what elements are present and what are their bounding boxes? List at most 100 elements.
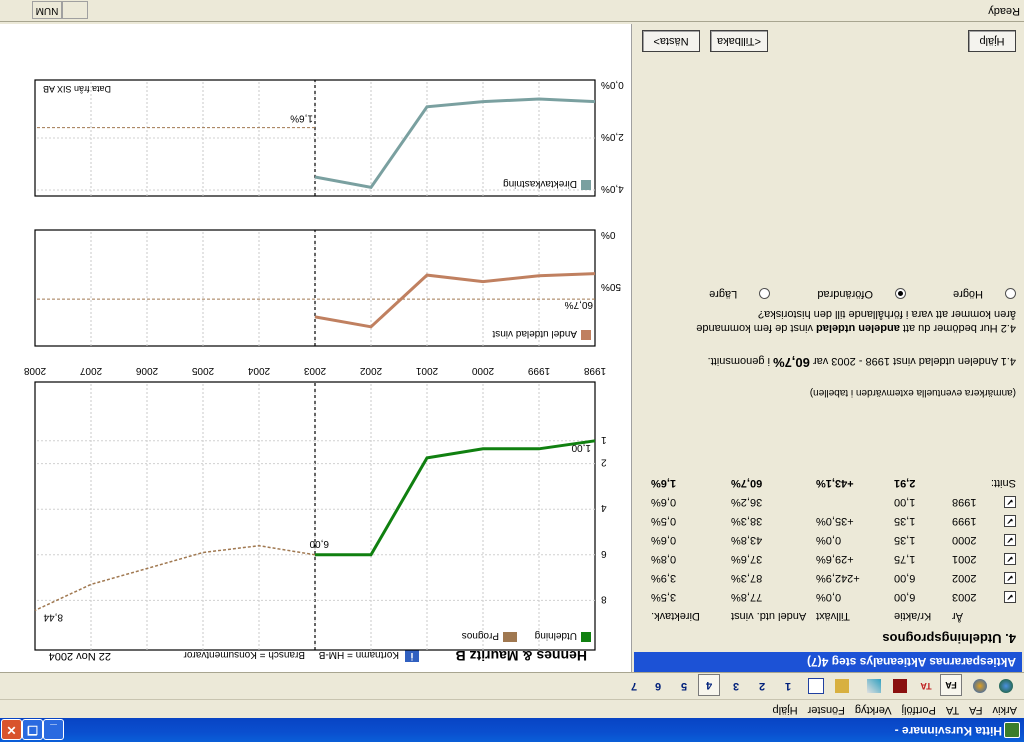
row-checkbox[interactable]: ✔ xyxy=(1004,534,1016,547)
menu-fa[interactable]: FA xyxy=(964,702,987,718)
window-title: Hitta Kursvinnare - xyxy=(894,724,1002,738)
step-3-button[interactable]: 3 xyxy=(726,676,746,696)
step-5-button[interactable]: 5 xyxy=(674,676,694,696)
x-tick-label: 2008 xyxy=(23,365,46,376)
radio-circle[interactable] xyxy=(1005,288,1016,300)
menu-portfolj[interactable]: Portfölj xyxy=(897,702,941,718)
x-tick-label: 2005 xyxy=(191,365,214,376)
menu-fonster[interactable]: Fönster xyxy=(803,702,850,718)
report-icon[interactable] xyxy=(806,676,826,696)
section-title: 4. Utdelningsprognos xyxy=(882,631,1016,646)
table-row: ✔ 2000 1,35 0,0% 43,8% 0,6% xyxy=(651,531,1016,550)
step-6-button[interactable]: 6 xyxy=(648,676,668,696)
briefcase-icon[interactable] xyxy=(890,676,910,696)
row-checkbox[interactable]: ✔ xyxy=(1004,553,1016,566)
legend-label: Utdelning xyxy=(535,630,577,641)
q41-value: 60,7% xyxy=(773,355,810,370)
back-button[interactable]: <Tillbaka xyxy=(710,30,768,52)
minimize-button[interactable]: _ xyxy=(43,719,64,740)
average-direkt: 1,6% xyxy=(651,477,677,490)
data-source: Data från SIX AB xyxy=(42,84,111,94)
row-checkbox[interactable]: ✔ xyxy=(1004,515,1016,528)
cell-growth: 0,0% xyxy=(816,591,842,604)
question-4-2: 4.2 Hur bedömer du att andelen utdelad v… xyxy=(696,322,1016,334)
row-checkbox[interactable]: ✔ xyxy=(1004,496,1016,509)
cell-growth: +35,0% xyxy=(816,515,854,528)
fa-icon[interactable]: FA xyxy=(940,674,962,696)
step-7-button[interactable]: 7 xyxy=(624,676,644,696)
y-tick-label: 6 xyxy=(601,548,607,559)
row-checkbox[interactable]: ✔ xyxy=(1004,572,1016,585)
ta-icon[interactable]: TA xyxy=(916,676,936,696)
point-label: 6,00 xyxy=(309,538,329,549)
cell-andel: 77,8% xyxy=(731,591,763,604)
average-kr: 2,91 xyxy=(894,477,916,490)
col-kr: Kr/aktie xyxy=(894,610,932,623)
menu-bar: ArkivFATAPortföljVerktygFönsterHjälp xyxy=(0,699,1024,718)
radio-group: Högre Oförändrad Lägre xyxy=(665,288,1016,300)
y-tick-label: 50% xyxy=(601,281,621,292)
cell-andel: 87,3% xyxy=(731,572,763,585)
window-title-bar: Hitta Kursvinnare - _ ❐ ✕ xyxy=(0,718,1024,742)
question-4-1: 4.1 Andelen utdelad vinst 1998 - 2003 va… xyxy=(708,355,1016,370)
x-tick-label: 2000 xyxy=(471,365,494,376)
radio-oforandrad[interactable]: Oförändrad xyxy=(795,288,906,300)
x-tick-label: 2006 xyxy=(135,365,158,376)
y-tick-label: 4,0% xyxy=(601,183,624,194)
radio-circle[interactable] xyxy=(759,288,771,300)
flipped-screen: Hitta Kursvinnare - _ ❐ ✕ ArkivFATAPortf… xyxy=(0,0,1024,742)
q42-bold: andelen utdelad xyxy=(816,322,900,334)
y-tick-label: 2 xyxy=(601,457,607,468)
toolbar: FA TA 1 2 3 4 5 6 7 xyxy=(0,672,1024,699)
maximize-button[interactable]: ❐ xyxy=(22,719,43,740)
radio-label: Oförändrad xyxy=(817,288,873,300)
radio-label: Lägre xyxy=(709,288,738,300)
tools-icon[interactable] xyxy=(864,676,884,696)
row-checkbox[interactable]: ✔ xyxy=(1004,591,1016,604)
folder-icon[interactable] xyxy=(832,676,852,696)
cell-kr: 6,00 xyxy=(894,572,916,585)
menu-ta[interactable]: TA xyxy=(941,702,964,718)
col-growth: Tillväxt xyxy=(816,610,850,623)
col-year: År xyxy=(952,610,963,623)
help-button[interactable]: Hjälp xyxy=(968,30,1016,52)
globe-search-icon[interactable] xyxy=(970,676,990,696)
globe-icon[interactable] xyxy=(996,676,1016,696)
app-icon xyxy=(1004,722,1020,738)
radio-lagre[interactable]: Lägre xyxy=(687,288,771,300)
y-tick-label: 2,0% xyxy=(601,131,624,142)
next-button[interactable]: Nästa> xyxy=(642,30,700,52)
step-2-button[interactable]: 2 xyxy=(752,676,772,696)
radio-circle[interactable] xyxy=(894,288,906,300)
step-4-button[interactable]: 4 xyxy=(698,674,720,696)
table-row: ✔ 2001 1,75 +29,6% 37,6% 0,8% xyxy=(651,550,1016,569)
cell-kr: 1,35 xyxy=(894,534,916,547)
cell-andel: 38,3% xyxy=(731,515,763,528)
table-note: (anmärkera eventuella extemvärden i tabe… xyxy=(809,387,1016,398)
table-row: ✔ 1998 1,00 36,2% 0,6% xyxy=(651,493,1016,512)
menu-verktyg[interactable]: Verktyg xyxy=(850,702,897,718)
step-1-button[interactable]: 1 xyxy=(778,676,798,696)
legend-swatch xyxy=(581,632,591,642)
cell-year: 1999 xyxy=(952,515,977,528)
y-tick-label: 8 xyxy=(601,593,607,604)
status-ready: Ready xyxy=(988,5,1020,17)
cell-direkt: 3,5% xyxy=(651,591,677,604)
legend-swatch xyxy=(581,330,591,340)
charts-svg: 1 2 4 6 8 1,00 6,00 8,44 Utdelning Prognos 1998 199… xyxy=(23,79,624,651)
cell-year: 2002 xyxy=(952,572,977,585)
close-button[interactable]: ✕ xyxy=(1,719,22,740)
cell-andel: 36,2% xyxy=(731,496,763,509)
cell-growth: +242,9% xyxy=(816,572,860,585)
menu-hjalp[interactable]: Hjälp xyxy=(768,702,803,718)
point-label: 8,44 xyxy=(43,611,63,622)
cell-kr: 6,00 xyxy=(894,591,916,604)
y-tick-label: 0,0% xyxy=(601,79,624,90)
average-label: 60,7% xyxy=(565,299,593,310)
menu-arkiv[interactable]: Arkiv xyxy=(988,702,1022,718)
status-bar: Ready NUM xyxy=(0,0,1024,22)
panel-title: Aktiespararnas Aktieanalys steg 4(7) xyxy=(634,652,1022,672)
radio-hogre[interactable]: Högre xyxy=(931,288,1016,300)
y-tick-label: 1 xyxy=(601,434,607,445)
analysis-panel: Aktiespararnas Aktieanalys steg 4(7) 4. … xyxy=(634,24,1024,672)
